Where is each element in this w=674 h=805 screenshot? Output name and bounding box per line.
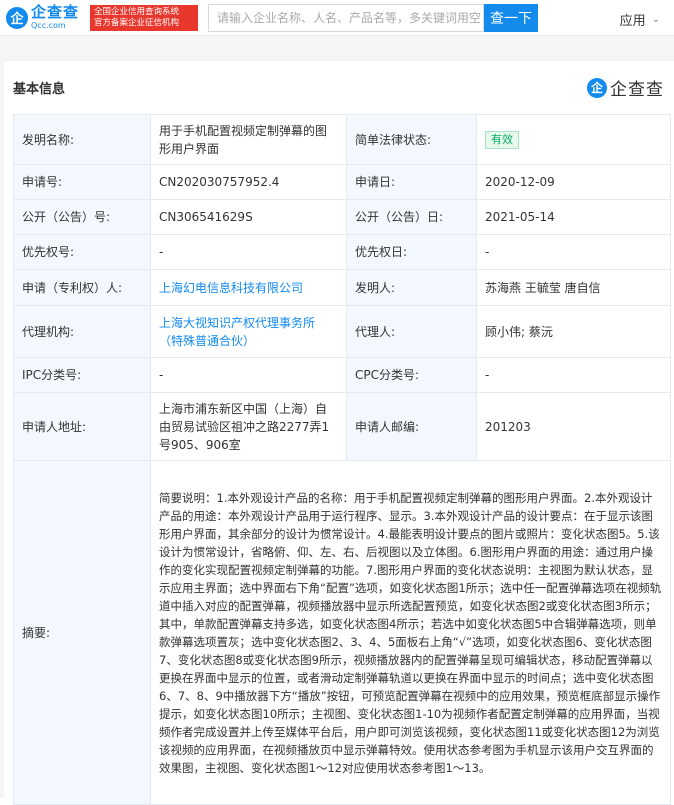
abstract-text: 简要说明：1.本外观设计产品的名称：用于手机配置视频定制弹幕的图形用户界面。2.… [150, 460, 671, 805]
section-title: 基本信息 [13, 82, 66, 97]
qcc-brand-icon: 企 [587, 77, 607, 98]
table-row: 申请人地址: 上海市浦东新区中国（上海）自由贸易试验区祖冲之路2277弄1号90… [13, 392, 671, 461]
applicant-link[interactable]: 上海幻电信息科技有限公司 [150, 269, 347, 306]
ipc-value: - [150, 357, 347, 393]
logo-chinese: 企查查 [31, 3, 80, 21]
table-row: 摘要: 简要说明：1.本外观设计产品的名称：用于手机配置视频定制弹幕的图形用户界… [13, 460, 671, 805]
publication-date-label: 公开（公告）日: [346, 199, 477, 235]
design-name-value: 用于手机配置视频定制弹幕的图形用户界面 [150, 114, 347, 165]
app-menu[interactable]: 应用 ⌄ [620, 10, 660, 29]
cpc-label: CPC分类号: [346, 357, 477, 393]
agent-label: 代理人: [346, 305, 477, 358]
priority-number-value: - [150, 234, 347, 270]
app-menu-label: 应用 [619, 14, 646, 29]
address-label: 申请人地址: [13, 392, 151, 461]
legal-status-label: 简单法律状态: [346, 114, 477, 165]
agent-value: 顾小伟; 蔡沅 [476, 305, 671, 358]
cpc-value: - [476, 357, 671, 393]
address-value: 上海市浦东新区中国（上海）自由贸易试验区祖冲之路2277弄1号905、906室 [150, 392, 347, 461]
search-input[interactable]: 请输入企业名称、人名、产品名等，多关键词用空 [208, 3, 484, 32]
top-header: 企 企查查 Qcc.com 全国企业信用查询系统 官方备案企业征信机构 请输入企… [0, 0, 674, 36]
agency-link[interactable]: 上海大视知识产权代理事务所（特殊普通合伙） [150, 305, 347, 358]
ipc-label: IPC分类号: [13, 357, 151, 393]
search-button[interactable]: 查一下 [484, 3, 538, 32]
abstract-label: 摘要: [13, 460, 151, 805]
patent-info-table: 发明名称: 用于手机配置视频定制弹幕的图形用户界面 简单法律状态: 有效 申请号… [13, 114, 671, 805]
page-content: 基本信息 企 企查查 发明名称: 用于手机配置视频定制弹幕的图形用户界面 简单法… [0, 36, 674, 805]
application-date-label: 申请日: [346, 164, 477, 200]
logo-text: 企查查 Qcc.com [31, 5, 79, 30]
publication-date-value: 2021-05-14 [476, 199, 671, 235]
basic-info-card: 基本信息 企 企查查 发明名称: 用于手机配置视频定制弹幕的图形用户界面 简单法… [4, 60, 674, 805]
table-row: 申请号: CN202030757952.4 申请日: 2020-12-09 [13, 164, 671, 200]
agency-label: 代理机构: [13, 305, 151, 358]
table-row: 代理机构: 上海大视知识产权代理事务所（特殊普通合伙） 代理人: 顾小伟; 蔡沅 [13, 305, 671, 358]
postcode-label: 申请人邮编: [346, 392, 477, 461]
status-badge: 有效 [485, 131, 519, 149]
chevron-down-icon: ⌄ [651, 14, 660, 25]
qcc-logo-icon: 企 [6, 6, 28, 29]
qcc-logo[interactable]: 企 企查查 Qcc.com [6, 5, 84, 30]
postcode-value: 201203 [476, 392, 671, 461]
application-number-label: 申请号: [13, 164, 151, 200]
table-row: 优先权号: - 优先权日: - [13, 234, 671, 270]
brand-text: 企查查 [610, 80, 664, 100]
priority-date-label: 优先权日: [346, 234, 477, 270]
inventor-label: 发明人: [346, 269, 477, 306]
applicant-label: 申请（专利权）人: [13, 269, 151, 306]
application-number-value: CN202030757952.4 [150, 164, 347, 200]
legal-status-cell: 有效 [476, 114, 671, 165]
priority-number-label: 优先权号: [13, 234, 151, 270]
inventor-value: 苏海燕 王毓莹 唐自信 [476, 269, 671, 306]
publication-number-value: CN306541629S [150, 199, 347, 235]
priority-date-value: - [476, 234, 671, 270]
table-row: 公开（公告）号: CN306541629S 公开（公告）日: 2021-05-1… [13, 199, 671, 235]
application-date-value: 2020-12-09 [476, 164, 671, 200]
design-name-label: 发明名称: [13, 114, 151, 165]
table-row: 申请（专利权）人: 上海幻电信息科技有限公司 发明人: 苏海燕 王毓莹 唐自信 [13, 269, 671, 306]
official-badge: 全国企业信用查询系统 官方备案企业征信机构 [90, 4, 198, 31]
badge-line-2: 官方备案企业征信机构 [94, 17, 180, 28]
table-row: IPC分类号: - CPC分类号: - [13, 357, 671, 393]
brand-watermark: 企 企查查 [587, 75, 664, 100]
badge-line-1: 全国企业信用查询系统 [94, 6, 180, 17]
logo-english: Qcc.com [31, 21, 66, 30]
publication-number-label: 公开（公告）号: [13, 199, 151, 235]
table-row: 发明名称: 用于手机配置视频定制弹幕的图形用户界面 简单法律状态: 有效 [13, 114, 671, 165]
